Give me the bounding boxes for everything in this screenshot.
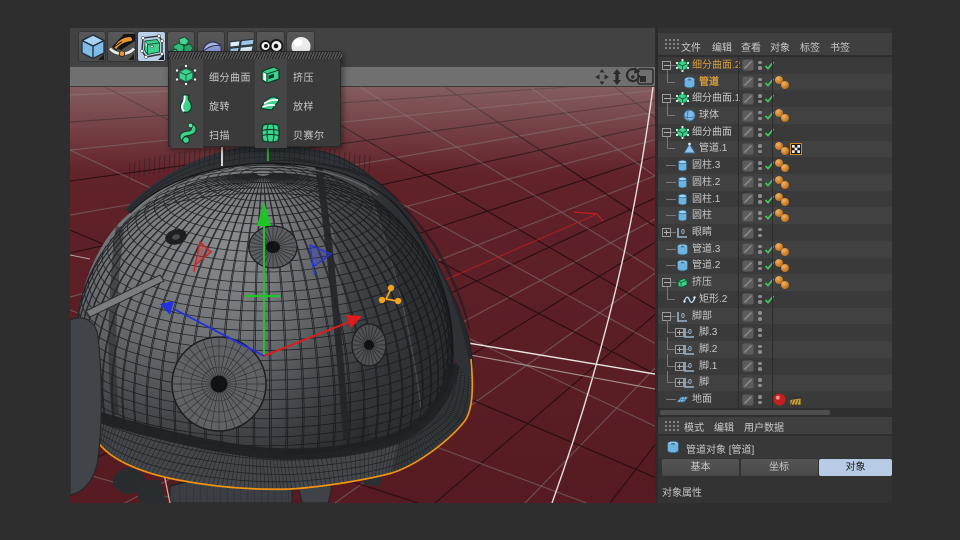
svg-text:0: 0	[681, 313, 685, 320]
svg-text:0: 0	[681, 229, 685, 236]
svg-text:0: 0	[688, 329, 692, 336]
svg-text:0: 0	[688, 346, 692, 353]
svg-text:0: 0	[688, 363, 692, 370]
svg-text:0: 0	[688, 379, 692, 386]
